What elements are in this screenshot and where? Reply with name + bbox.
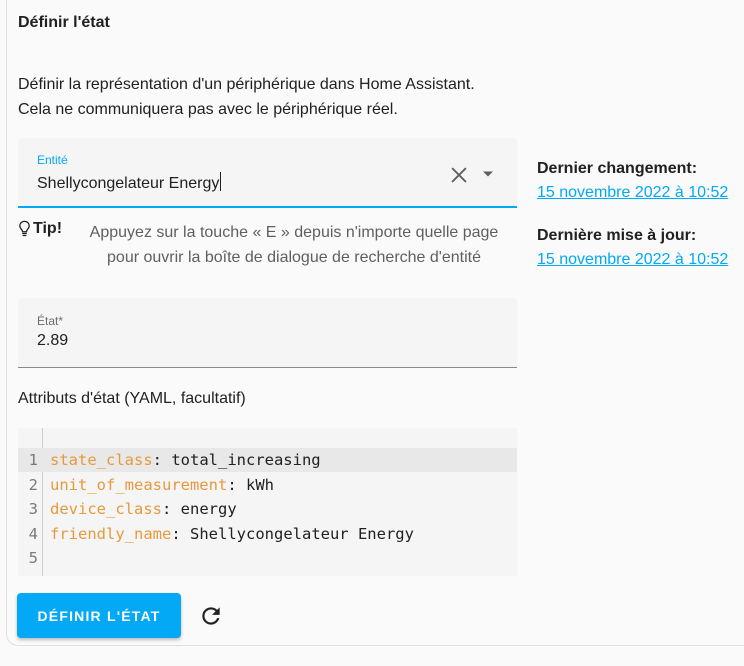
description: Définir la représentation d'un périphéri… (18, 72, 538, 122)
set-state-button[interactable]: DÉFINIR L'ÉTAT (17, 593, 181, 638)
tip-line-2: pour ouvrir la boîte de dialogue de rech… (107, 249, 481, 266)
code-line[interactable]: 1 state_class: total_increasing (18, 448, 517, 472)
code-line[interactable]: 4 friendly_name: Shellycongelateur Energ… (18, 522, 517, 546)
line-number: 5 (28, 549, 38, 567)
entity-value: Shellycongelateur Energy (37, 175, 220, 192)
tip-line-1: Appuyez sur la touche « E » depuis n'imp… (89, 224, 499, 241)
entity-input[interactable]: Shellycongelateur Energy (37, 172, 222, 193)
yaml-value: kWh (245, 476, 274, 494)
code-line[interactable]: 3 device_class: energy (18, 497, 517, 521)
code-line[interactable]: 5 (18, 546, 517, 570)
last-updated-label: Dernière mise à jour: (537, 227, 697, 244)
yaml-key: unit_of_measurement (50, 476, 228, 494)
description-line-1: Définir la représentation d'un périphéri… (18, 76, 475, 93)
description-line-2: Cela ne communiquera pas avec le périphé… (18, 101, 398, 118)
lightbulb-icon (19, 220, 30, 237)
close-icon[interactable] (448, 164, 470, 186)
state-field[interactable]: État* 2.89 (18, 298, 517, 368)
menu-down-icon[interactable] (478, 164, 498, 184)
yaml-editor[interactable]: 1 state_class: total_increasing 2 unit_o… (18, 428, 517, 576)
entity-picker[interactable]: Entité Shellycongelateur Energy (18, 138, 517, 208)
line-number: 4 (28, 525, 38, 543)
tip-head: Tip! (18, 220, 62, 238)
last-updated: Dernière mise à jour: 15 novembre 2022 à… (537, 227, 728, 269)
yaml-value: total_increasing (171, 451, 321, 469)
line-number: 3 (28, 500, 38, 518)
last-changed-link[interactable]: 15 novembre 2022 à 10:52 (537, 184, 728, 202)
last-changed: Dernier changement: 15 novembre 2022 à 1… (537, 160, 728, 202)
tip-text: Appuyez sur la touche « E » depuis n'imp… (73, 220, 515, 270)
line-number: 2 (28, 476, 38, 494)
refresh-icon[interactable] (198, 603, 224, 629)
last-changed-label: Dernier changement: (537, 160, 698, 177)
entity-label: Entité (37, 153, 68, 167)
last-updated-link[interactable]: 15 novembre 2022 à 10:52 (537, 251, 728, 269)
code-line[interactable]: 2 unit_of_measurement: kWh (18, 473, 517, 497)
yaml-key: friendly_name (50, 525, 172, 543)
yaml-key: state_class (50, 451, 153, 469)
text-caret (220, 172, 222, 191)
state-input[interactable]: 2.89 (37, 332, 68, 350)
state-label: État* (37, 314, 64, 328)
tip-label: Tip! (33, 220, 63, 237)
line-number: 1 (28, 451, 38, 469)
yaml-value: energy (180, 500, 237, 518)
card-title: Définir l'état (18, 14, 110, 31)
yaml-key: device_class (50, 500, 162, 518)
yaml-value: Shellycongelateur Energy (190, 525, 414, 543)
attributes-label: Attributs d'état (YAML, facultatif) (18, 390, 246, 407)
